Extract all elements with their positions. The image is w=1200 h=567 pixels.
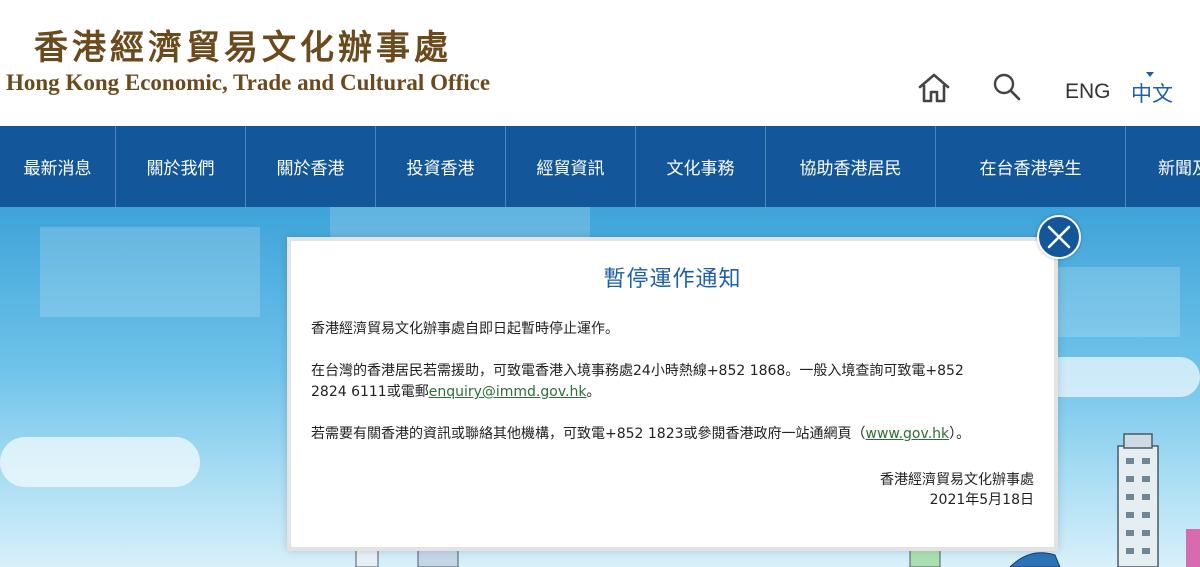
dialog-title: 暫停運作通知 [603,267,742,292]
close-dialog-button[interactable] [1037,215,1081,259]
search-icon[interactable] [992,72,1022,102]
nav-item-trade-info[interactable]: 經貿資訊 [506,126,636,207]
notice-paragraph-2: 在台灣的香港居民若需援助，可致電香港入境事務處24小時熱線+852 1868。一… [311,361,1036,403]
dialog-body: 香港經濟貿易文化辦事處自即日起暫時停止運作。 在台灣的香港居民若需援助，可致電香… [311,319,1036,466]
language-english-link[interactable]: ENG [1065,80,1111,104]
home-icon[interactable] [917,72,951,104]
notice-paragraph-1: 香港經濟貿易文化辦事處自即日起暫時停止運作。 [311,321,619,337]
paragraph-2-line-1: 在台灣的香港居民若需援助，可致電香港入境事務處24小時熱線+852 1868。一… [311,363,964,379]
close-icon [1047,225,1071,249]
nav-item-culture[interactable]: 文化事務 [636,126,766,207]
paragraph-2-line-2-prefix: 2824 6111或電郵 [311,384,429,400]
signature-date: 2021年5月18日 [929,492,1034,508]
notice-paragraph-3: 若需要有關香港的資訊或聯絡其他機構，可致電+852 1823或參閱香港政府一站通… [311,424,1036,445]
nav-item-news[interactable]: 最新消息 [0,126,116,207]
logo-chinese[interactable]: 香港經濟貿易文化辦事處 [34,20,452,69]
main-nav: 最新消息 關於我們 關於香港 投資香港 經貿資訊 文化事務 協助香港居民 在台香… [0,126,1200,207]
nav-item-about-hk[interactable]: 關於香港 [246,126,376,207]
nav-item-assist-residents[interactable]: 協助香港居民 [766,126,936,207]
language-chinese-link[interactable]: 中文 [1131,78,1173,108]
paragraph-2-line-2-suffix: 。 [586,384,601,400]
nav-item-invest-hk[interactable]: 投資香港 [376,126,506,207]
paragraph-3-prefix: 若需要有關香港的資訊或聯絡其他機構，可致電+852 1823或參閱香港政府一站通… [311,426,866,442]
site-header: 香港經濟貿易文化辦事處 Hong Kong Economic, Trade an… [0,0,1200,126]
nav-item-press[interactable]: 新聞及 [1126,126,1200,207]
suspension-notice-dialog: 暫停運作通知 香港經濟貿易文化辦事處自即日起暫時停止運作。 在台灣的香港居民若需… [287,237,1058,551]
logo-english[interactable]: Hong Kong Economic, Trade and Cultural O… [6,70,490,96]
paragraph-3-suffix: ）。 [949,426,971,442]
immd-email-link[interactable]: enquiry@immd.gov.hk [429,384,587,400]
signature-organization: 香港經濟貿易文化辦事處 [880,472,1034,488]
nav-item-hk-students[interactable]: 在台香港學生 [936,126,1126,207]
current-language-marker-icon [1146,72,1154,77]
notice-signature: 香港經濟貿易文化辦事處 2021年5月18日 [880,470,1034,510]
govhk-link[interactable]: www.gov.hk [866,426,950,442]
nav-item-about-us[interactable]: 關於我們 [116,126,246,207]
